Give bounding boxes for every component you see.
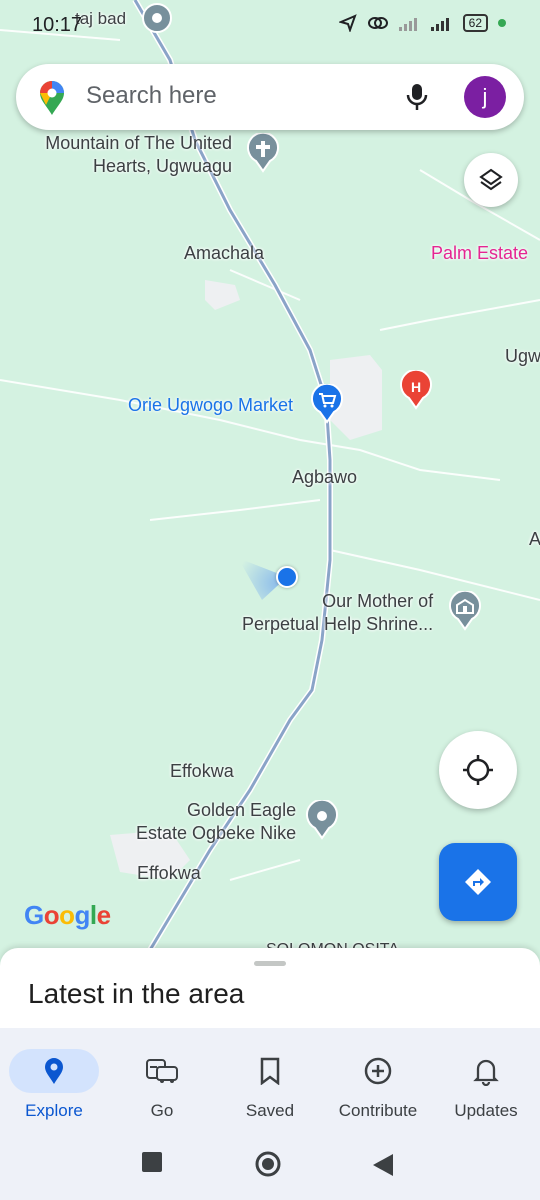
battery-level: 62 [462,14,488,32]
sheet-title: Latest in the area [28,978,245,1009]
status-time: 10:17 [32,14,83,36]
navigation-arrow-icon [338,14,357,32]
home-circle-icon [255,1151,281,1177]
nav-item-saved[interactable]: Saved [216,1028,324,1128]
map-label-mountain[interactable]: Mountain of The United Hearts, Ugwuagu [38,132,232,178]
map-label-mountain-line1: Mountain of The United [45,133,233,153]
my-location-button[interactable] [439,731,517,809]
map-view[interactable]: taj bad Mountain of The United Hearts, U… [0,0,540,960]
commute-icon [117,1049,207,1093]
map-layers-button[interactable] [464,153,518,207]
shrine-pin-icon[interactable] [448,589,482,636]
current-location-dot [276,566,298,588]
directions-icon [465,869,491,895]
back-button[interactable] [372,1153,394,1182]
add-circle-icon [333,1049,423,1093]
layers-icon [479,168,503,191]
map-label-palm-estate[interactable]: Palm Estate [431,242,528,265]
map-label-effokwa-2[interactable]: Effokwa [137,862,201,885]
map-label-ugw[interactable]: Ugw [505,345,540,368]
crosshair-icon [463,755,493,785]
nav-label-contribute: Contribute [338,1101,418,1120]
bottom-sheet[interactable]: Latest in the area [0,948,540,1028]
google-logo-letter: g [74,900,91,930]
map-label-golden-eagle[interactable]: Golden Eagle Estate Ogbeke Nike [130,799,296,845]
recent-apps-button[interactable] [142,1152,162,1177]
search-bar[interactable]: Search here j [16,64,524,130]
google-logo-letter: l [89,900,97,930]
nav-item-explore[interactable]: Explore [0,1028,108,1128]
nav-item-go[interactable]: Go [108,1028,216,1128]
nav-label-explore: Explore [25,1101,83,1120]
sheet-drag-handle[interactable] [254,961,286,966]
map-label-shrine-line1: Our Mother of [322,591,434,611]
shopping-cart-pin-icon[interactable] [310,382,344,429]
map-label-effokwa-1[interactable]: Effokwa [170,760,234,783]
nav-item-updates[interactable]: Updates [432,1028,540,1128]
map-label-market[interactable]: Orie Ugwogo Market [128,394,293,417]
google-logo-letter: e [96,900,111,930]
nav-label-go: Go [150,1101,174,1120]
hospital-pin-icon[interactable]: H [399,368,433,415]
microphone-icon [406,84,428,110]
map-label-shrine[interactable]: Our Mother of Perpetual Help Shrine... [242,590,433,636]
nav-label-updates: Updates [454,1101,518,1120]
map-label-a-edge[interactable]: A [529,528,540,551]
signal-icon [398,18,417,31]
place-pin-icon[interactable] [305,798,339,845]
church-pin-icon[interactable] [246,131,280,178]
bottom-navigation: Explore Go Saved Contribute Updates [0,1028,540,1200]
map-label-agbawo[interactable]: Agbawo [292,466,357,489]
search-input[interactable]: Search here [86,82,217,110]
map-label-golden-line2: Estate Ogbeke Nike [136,823,297,843]
home-button[interactable] [254,1150,282,1183]
location-pin-icon [9,1049,99,1093]
google-logo: Google [24,900,111,931]
privacy-indicator-dot [498,19,506,27]
google-logo-letter: o [43,900,60,930]
google-logo-letter: o [59,900,75,930]
nav-item-contribute[interactable]: Contribute [324,1028,432,1128]
signal-icon [430,18,449,31]
google-maps-logo-icon [38,80,66,121]
google-logo-letter: G [24,900,44,930]
bookmark-icon [225,1049,315,1093]
map-label-golden-line1: Golden Eagle [187,800,297,820]
map-label-shrine-line2: Perpetual Help Shrine... [242,614,434,634]
status-icons: 62 [338,14,506,32]
square-icon [142,1152,162,1172]
voice-search-button[interactable] [406,82,428,117]
directions-button[interactable] [439,843,517,921]
link-icon [367,17,388,29]
svg-text:H: H [411,379,421,395]
nav-label-saved: Saved [245,1101,295,1120]
map-label-mountain-line2: Hearts, Ugwuagu [93,156,233,176]
bell-icon [441,1049,531,1093]
back-triangle-icon [373,1154,393,1176]
account-avatar-button[interactable]: j [464,76,506,118]
map-label-amachala[interactable]: Amachala [184,242,264,265]
status-bar: 10:17 62 [0,0,540,52]
